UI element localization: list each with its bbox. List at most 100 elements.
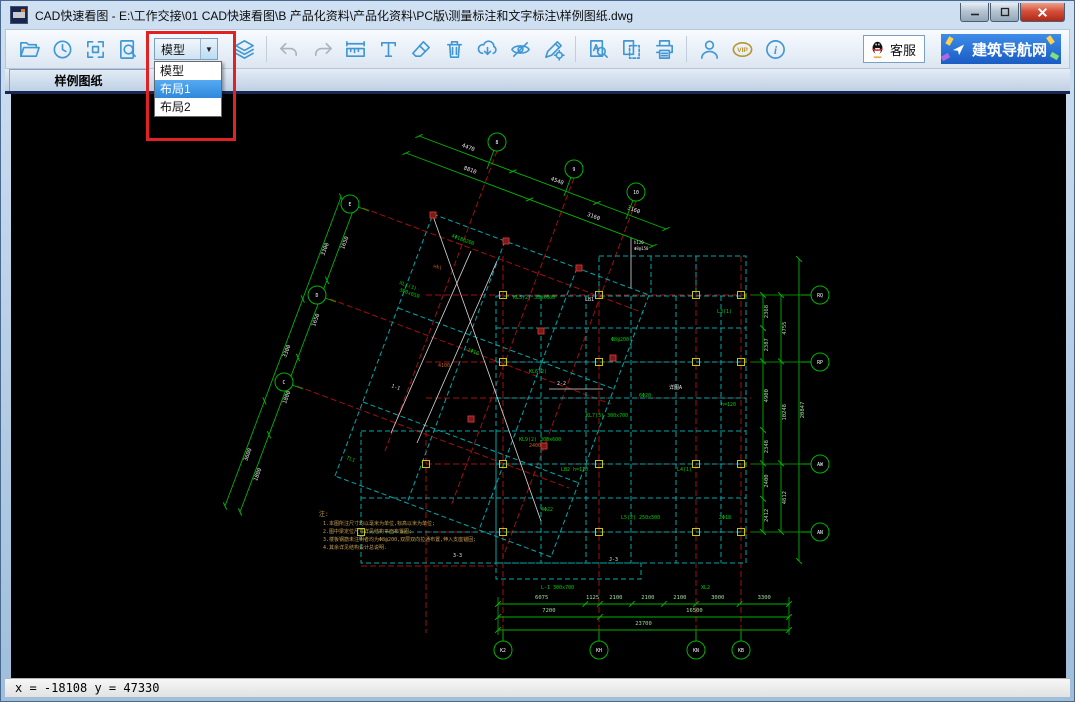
page-zoom-button[interactable]: [113, 34, 143, 64]
print-button[interactable]: [649, 34, 679, 64]
svg-text:2400: 2400: [529, 443, 541, 449]
svg-text:4540: 4540: [550, 176, 565, 186]
svg-text:Φ8@200: Φ8@200: [611, 337, 629, 343]
svg-text:2400: 2400: [764, 474, 770, 487]
eraser-button[interactable]: [406, 34, 436, 64]
delete-button[interactable]: [439, 34, 469, 64]
redo-icon: [311, 38, 334, 61]
svg-text:1800: 1800: [282, 390, 292, 405]
svg-text:1650: 1650: [340, 236, 350, 251]
svg-text:h120: h120: [634, 240, 644, 245]
layers-icon: [233, 38, 256, 61]
close-button[interactable]: [1020, 3, 1065, 22]
svg-text:L4(1): L4(1): [677, 467, 692, 473]
toolbar-separator: [686, 36, 687, 62]
user-button[interactable]: [694, 34, 724, 64]
layout-option-0[interactable]: 模型: [155, 62, 221, 80]
tab-sample-drawing[interactable]: 样例图纸: [9, 69, 148, 91]
annotate-settings-button[interactable]: [538, 34, 568, 64]
about-button[interactable]: [760, 34, 790, 64]
main-toolbar: 模型▼模型布局1布局2 客服 建筑导航网: [5, 29, 1070, 69]
svg-text:3300: 3300: [320, 242, 330, 257]
measure-button[interactable]: [340, 34, 370, 64]
svg-text:2.图中梁定位尺寸详见结构平面布置图;: 2.图中梁定位尺寸详见结构平面布置图;: [323, 528, 412, 535]
svg-text:1125: 1125: [586, 595, 599, 601]
svg-text:KL5(2) 300x600: KL5(2) 300x600: [513, 295, 555, 301]
layout-option-list: 模型布局1布局2: [154, 61, 222, 117]
minimize-button[interactable]: [960, 3, 989, 22]
delete-icon: [443, 38, 466, 61]
find-text-icon: [587, 38, 610, 61]
layers-button[interactable]: [229, 34, 259, 64]
svg-text:注:: 注:: [319, 510, 329, 518]
svg-text:3-3: 3-3: [453, 553, 462, 559]
svg-text:4812: 4812: [782, 491, 788, 504]
svg-text:8810: 8810: [463, 165, 478, 175]
svg-text:4100: 4100: [438, 363, 450, 369]
cloud-download-button[interactable]: [472, 34, 502, 64]
svg-text:4900: 4900: [764, 389, 770, 402]
history-button[interactable]: [47, 34, 77, 64]
svg-text:J-3: J-3: [609, 557, 618, 563]
svg-text:AN: AN: [817, 530, 823, 536]
svg-text:AW: AW: [817, 462, 823, 468]
maximize-button[interactable]: [990, 3, 1019, 22]
eraser-icon: [410, 38, 433, 61]
page-copy-button[interactable]: [616, 34, 646, 64]
print-icon: [653, 38, 676, 61]
page-copy-icon: [620, 38, 643, 61]
layout-select[interactable]: 模型▼: [154, 38, 218, 60]
svg-text:h=120: h=120: [721, 402, 736, 408]
svg-text:wkl: wkl: [432, 263, 443, 272]
annotate-settings-icon: [542, 38, 565, 61]
tab-label: 样例图纸: [54, 72, 102, 89]
layout-option-2[interactable]: 布局2: [155, 98, 221, 116]
about-icon: [764, 38, 787, 61]
svg-text:RQ: RQ: [817, 293, 823, 299]
svg-text:3300: 3300: [758, 595, 771, 601]
history-icon: [51, 38, 74, 61]
svg-text:KH: KH: [596, 648, 602, 654]
layout-option-1[interactable]: 布局1: [155, 80, 221, 98]
svg-text:6Φ20: 6Φ20: [639, 393, 651, 399]
measure-icon: [344, 38, 367, 61]
confetti-decor: [941, 53, 950, 61]
svg-text:1.本图所注尺寸均以毫米为单位,标高以米为单位;: 1.本图所注尺寸均以毫米为单位,标高以米为单位;: [323, 520, 435, 527]
hide-button[interactable]: [505, 34, 535, 64]
open-icon: [18, 38, 41, 61]
svg-text:XL2: XL2: [701, 585, 710, 591]
window-title: CAD快速看图 - E:\工作交接\01 CAD快速看图\B 产品化资料\产品化…: [35, 7, 633, 24]
svg-text:2412: 2412: [764, 509, 770, 522]
svg-text:RP: RP: [817, 360, 823, 366]
redo-button: [307, 34, 337, 64]
svg-text:KL7(3) 300x700: KL7(3) 300x700: [586, 413, 628, 419]
title-bar[interactable]: CAD快速看图 - E:\工作交接\01 CAD快速看图\B 产品化资料\产品化…: [1, 1, 1074, 29]
cloud-download-icon: [476, 38, 499, 61]
svg-text:10248: 10248: [782, 404, 788, 421]
nav-site-label: 建筑导航网: [972, 39, 1047, 60]
open-button[interactable]: [14, 34, 44, 64]
svg-text:2368: 2368: [764, 305, 770, 318]
svg-text:D: D: [316, 293, 319, 299]
toolbar-separator: [266, 36, 267, 62]
svg-text:K2: K2: [500, 648, 506, 654]
fit-view-button[interactable]: [80, 34, 110, 64]
hide-icon: [509, 38, 532, 61]
find-text-button[interactable]: [583, 34, 613, 64]
app-icon: [10, 6, 28, 24]
cursor-coordinates: x = -18108 y = 47330: [15, 681, 160, 695]
drawing-canvas[interactable]: 4470454031608810316033003300360016501650…: [11, 94, 1066, 680]
customer-service-label: 客服: [890, 40, 916, 59]
chevron-down-icon[interactable]: ▼: [200, 39, 217, 59]
cad-drawing[interactable]: 4470454031608810316033003300360016501650…: [11, 94, 1066, 680]
svg-text:E: E: [349, 202, 352, 208]
vip-button[interactable]: [727, 34, 757, 64]
text-button[interactable]: [373, 34, 403, 64]
svg-text:8: 8: [496, 140, 499, 146]
svg-text:1650: 1650: [311, 313, 321, 328]
svg-text:L5(2) 250x500: L5(2) 250x500: [621, 515, 660, 521]
nav-site-button[interactable]: 建筑导航网: [941, 34, 1061, 64]
svg-text:3600: 3600: [243, 448, 253, 463]
svg-text:KL6(2): KL6(2): [529, 369, 547, 375]
customer-service-button[interactable]: 客服: [863, 35, 925, 63]
